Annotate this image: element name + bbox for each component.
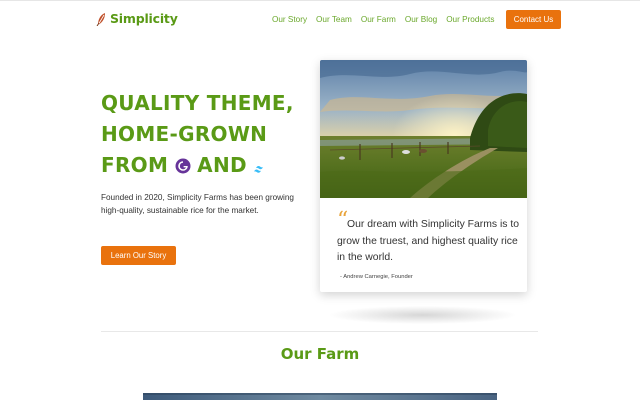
leaf-logo-icon [96,12,105,26]
hero-line-1: QUALITY THEME, [101,91,294,115]
card-shadow [330,306,515,324]
testimonial-card: “ Our dream with Simplicity Farms is to … [320,60,527,292]
testimonial-quote: Our dream with Simplicity Farms is to gr… [337,219,520,263]
farm-sunset-photo [320,60,527,198]
nav-our-blog[interactable]: Our Blog [405,15,437,24]
nav-our-farm[interactable]: Our Farm [361,15,396,24]
main-nav: Our Story Our Team Our Farm Our Blog Our… [272,15,494,24]
our-farm-heading: Our Farm [280,345,360,363]
learn-our-story-button[interactable]: Learn Our Story [101,246,176,265]
nav-our-team[interactable]: Our Team [316,15,352,24]
hero-description: Founded in 2020, Simplicity Farms has be… [101,193,294,215]
hero-line-2: HOME-GROWN [101,122,268,146]
logo-text: Simplicity [110,11,178,26]
gatsby-logo-icon [175,158,191,174]
tailwind-logo-icon [253,166,263,173]
nav-our-products[interactable]: Our Products [446,15,494,24]
logo[interactable]: Simplicity [96,11,178,26]
hero-from-word: FROM [101,153,169,177]
hero-and-word: AND [197,153,247,177]
farm-landscape-photo [143,393,497,400]
hero-title: QUALITY THEME, HOME-GROWN FROM AND [101,88,316,181]
testimonial-author: - Andrew Carnegie, Founder [340,274,413,280]
hero-line-3: FROM AND [101,150,316,181]
nav-our-story[interactable]: Our Story [272,15,307,24]
section-divider [101,331,538,332]
site-header: Simplicity Our Story Our Team Our Farm O… [0,0,640,38]
contact-us-button[interactable]: Contact Us [506,10,561,29]
